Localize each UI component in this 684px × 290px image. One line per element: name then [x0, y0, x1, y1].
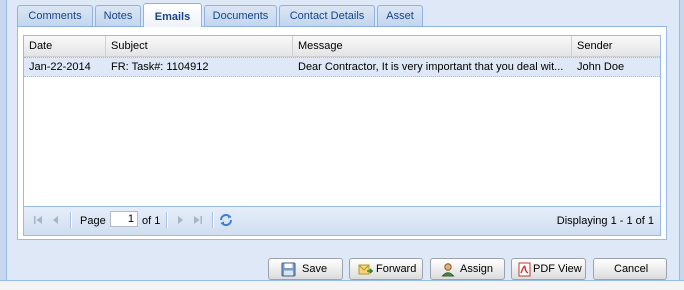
cell-message: Dear Contractor, It is very important th…: [298, 61, 564, 73]
refresh-icon[interactable]: [218, 212, 234, 228]
pager-separator: [212, 212, 214, 228]
column-header-sender[interactable]: Sender: [572, 36, 660, 56]
tab-notes[interactable]: Notes: [95, 5, 141, 26]
cell-subject: FR: Task#: 1104912: [111, 61, 209, 73]
assign-button-label: Assign: [460, 263, 494, 275]
window-right-border: [679, 0, 684, 282]
page-count-label: of 1: [142, 215, 161, 227]
assign-button[interactable]: Assign: [430, 258, 505, 280]
cell-sender: John Doe: [577, 61, 625, 73]
forward-button[interactable]: Forward: [349, 258, 423, 280]
last-page-icon[interactable]: [190, 212, 206, 228]
cell-date: Jan-22-2014: [29, 61, 91, 73]
displaying-count: Displaying 1 - 1 of 1: [556, 215, 654, 227]
window-bottom-border: [0, 280, 684, 281]
pdf-view-button[interactable]: PDF View: [511, 258, 586, 280]
table-row[interactable]: Jan-22-2014 FR: Task#: 1104912 Dear Cont…: [24, 57, 660, 77]
cancel-button-label: Cancel: [614, 263, 649, 275]
window-bottom-strip: [0, 280, 684, 290]
emails-panel: Date Subject Message Sender Jan-22-2014 …: [17, 27, 667, 240]
forward-icon: [358, 262, 374, 277]
tab-emails[interactable]: Emails: [143, 3, 202, 27]
pager-separator: [166, 212, 168, 228]
grid-body-empty: [24, 77, 660, 205]
cancel-button[interactable]: Cancel: [593, 258, 667, 280]
page-label: Page: [80, 215, 106, 227]
paging-toolbar: Page of 1: [24, 206, 660, 235]
window-left-border: [0, 0, 7, 282]
column-header-subject[interactable]: Subject: [106, 36, 293, 56]
page-number-input[interactable]: [110, 211, 138, 227]
pager-separator: [70, 212, 72, 228]
save-button-label: Save: [302, 263, 328, 275]
first-page-icon[interactable]: [30, 212, 46, 228]
column-header-message[interactable]: Message: [293, 36, 572, 56]
email-dialog-window: Comments Notes Emails Documents Contact …: [0, 0, 684, 290]
save-icon: [281, 262, 296, 277]
save-button[interactable]: Save: [268, 258, 343, 280]
tab-comments[interactable]: Comments: [17, 5, 93, 26]
tab-contact-details[interactable]: Contact Details: [279, 5, 375, 26]
assign-user-icon: [441, 262, 456, 277]
emails-grid: Date Subject Message Sender Jan-22-2014 …: [23, 35, 661, 236]
next-page-icon[interactable]: [172, 212, 188, 228]
grid-header: Date Subject Message Sender: [24, 36, 660, 57]
column-header-date[interactable]: Date: [24, 36, 106, 56]
pdf-view-button-label: PDF View: [533, 263, 582, 275]
pdf-icon: [517, 262, 532, 277]
tab-strip: Comments Notes Emails Documents Contact …: [17, 3, 667, 27]
forward-button-label: Forward: [376, 263, 417, 275]
tab-documents[interactable]: Documents: [204, 5, 277, 26]
prev-page-icon[interactable]: [48, 212, 64, 228]
tab-asset[interactable]: Asset: [377, 5, 423, 26]
